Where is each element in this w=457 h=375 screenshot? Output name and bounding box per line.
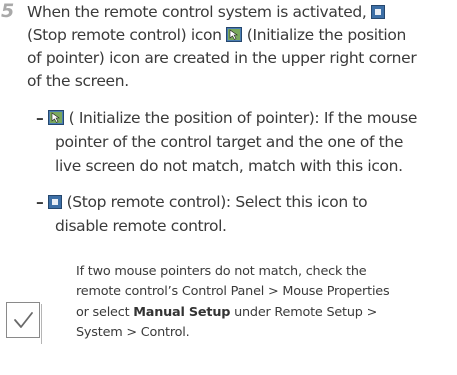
note-line-3: or select Manual Setup under Remote Setu… bbox=[76, 305, 378, 320]
note-check-box bbox=[6, 302, 40, 338]
initialize-pointer-icon bbox=[226, 27, 243, 42]
step-line-4: of the screen. bbox=[27, 72, 129, 90]
step-number: 5 bbox=[1, 0, 15, 22]
initialize-pointer-icon bbox=[47, 110, 64, 125]
stop-remote-control-icon bbox=[371, 5, 386, 19]
note-line-4: System > Control. bbox=[76, 325, 190, 340]
bullet-1-line-3: live screen do not match, match with thi… bbox=[55, 157, 403, 175]
note-line-2: remote control’s Control Panel > Mouse P… bbox=[76, 284, 390, 299]
bullet-2: – (Stop remote control): Select this ico… bbox=[36, 193, 368, 211]
bullet-dash: – bbox=[36, 193, 44, 211]
step-line-2: (Stop remote control) icon (Initialize t… bbox=[27, 26, 406, 44]
bullet-dash: – bbox=[36, 109, 44, 127]
note-divider bbox=[41, 304, 42, 344]
step-line-3: of pointer) icon are created in the uppe… bbox=[27, 49, 417, 67]
stop-remote-control-icon bbox=[47, 195, 62, 209]
step-line-1: When the remote control system is activa… bbox=[27, 1, 386, 24]
note-line-1: If two mouse pointers do not match, chec… bbox=[76, 264, 367, 279]
bullet-1-line-2: pointer of the control target and the on… bbox=[55, 133, 404, 151]
bullet-1: – ( Initialize the position of pointer):… bbox=[36, 109, 418, 127]
manual-setup-text: Manual Setup bbox=[133, 305, 231, 320]
bullet-2-line-2: disable remote control. bbox=[55, 217, 227, 235]
check-icon bbox=[14, 312, 33, 328]
